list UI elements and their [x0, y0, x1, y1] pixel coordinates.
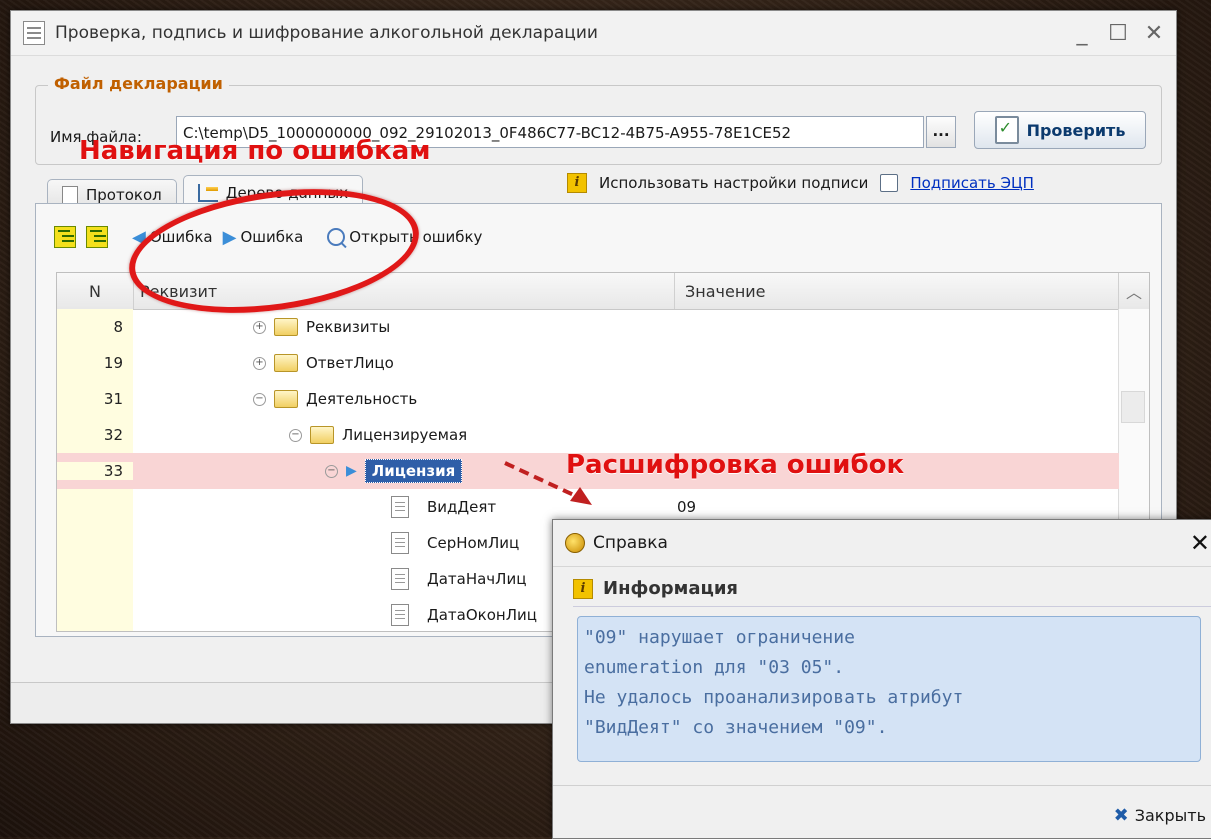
document-icon	[62, 185, 78, 205]
attribute-icon	[391, 532, 409, 554]
info-icon: i	[567, 173, 587, 193]
attribute-icon	[391, 496, 409, 518]
row-number: 31	[103, 390, 123, 408]
table-row[interactable]: 8 + Реквизиты	[57, 309, 1119, 345]
current-row-icon: ▶	[346, 463, 357, 479]
collapse-icon[interactable]: −	[253, 392, 266, 406]
dialog-close-button[interactable]: ✖ Закрыть	[1114, 805, 1206, 826]
attribute-icon	[391, 604, 409, 626]
expand-icon[interactable]: +	[253, 320, 266, 334]
tree-node: СерНомЛиц	[391, 532, 519, 554]
folder-icon	[310, 426, 334, 444]
dialog-footer: ✖ Закрыть	[553, 785, 1211, 838]
attribute-icon	[391, 568, 409, 590]
collapse-icon[interactable]: −	[325, 464, 338, 478]
node-label: СерНомЛиц	[427, 534, 520, 552]
sign-link[interactable]: Подписать ЭЦП	[910, 174, 1034, 192]
browse-button[interactable]: ...	[926, 116, 956, 148]
row-number: 8	[113, 318, 123, 336]
checklist-icon	[994, 116, 1019, 144]
node-label: Реквизиты	[306, 318, 391, 336]
dialog-close-x[interactable]: ✕	[1190, 529, 1210, 557]
column-value[interactable]: Значение	[675, 273, 1119, 309]
message-line: "09" нарушает ограничение	[584, 627, 855, 648]
use-sign-settings-label: Использовать настройки подписи	[599, 174, 869, 192]
scrollbar-thumb[interactable]	[1121, 391, 1145, 423]
close-button[interactable]: ✕	[1140, 21, 1168, 46]
collapse-icon[interactable]: −	[289, 428, 302, 442]
document-icon	[23, 21, 45, 45]
expand-icon[interactable]: +	[253, 356, 266, 370]
window-title: Проверка, подпись и шифрование алкогольн…	[55, 23, 598, 43]
tree-node: − ▶ Лицензия	[325, 459, 463, 483]
close-icon: ✖	[1113, 805, 1129, 826]
tree-node: ДатаНачЛиц	[391, 568, 526, 590]
node-label: ДатаНачЛиц	[427, 570, 527, 588]
dialog-title-bar: Справка ✕	[553, 520, 1211, 567]
use-sign-settings-checkbox[interactable]	[880, 174, 899, 192]
tree-node: ДатаОконЛиц	[391, 604, 537, 626]
tree-node: + Реквизиты	[253, 318, 390, 336]
message-line: "ВидДеят" со значением "09".	[584, 717, 888, 738]
tree-node: + ОтветЛицо	[253, 354, 394, 372]
minimize-button[interactable]: _	[1068, 21, 1096, 46]
tree-node: − Деятельность	[253, 390, 417, 408]
check-button-label: Проверить	[1026, 120, 1126, 140]
node-label: Лицензируемая	[342, 426, 468, 444]
title-bar: Проверка, подпись и шифрование алкогольн…	[11, 11, 1176, 56]
dialog-heading: i Информация	[573, 578, 738, 599]
folder-icon	[274, 318, 298, 336]
annotation-arrow	[504, 461, 592, 505]
folder-icon	[274, 354, 298, 372]
tree-icon	[197, 184, 218, 202]
expand-tree-icon[interactable]	[54, 226, 76, 248]
node-label: ВидДеят	[427, 498, 497, 516]
info-icon: i	[573, 578, 593, 599]
help-icon	[565, 533, 585, 553]
annotation-decoding: Расшифровка ошибок	[566, 450, 905, 480]
node-label: ОтветЛицо	[306, 354, 394, 372]
message-line: enumeration для "03 05".	[584, 657, 845, 678]
row-value: 09	[677, 498, 697, 516]
row-number: 33	[57, 462, 133, 480]
table-row[interactable]: 32 − Лицензируемая	[57, 417, 1119, 453]
close-button-label: Закрыть	[1134, 806, 1206, 825]
maximize-button[interactable]: ☐	[1104, 21, 1132, 46]
folder-icon	[274, 390, 298, 408]
scroll-up-arrow[interactable]: ︿	[1119, 273, 1149, 309]
divider	[573, 606, 1211, 607]
node-label-selected[interactable]: Лицензия	[364, 459, 463, 483]
node-label: Деятельность	[306, 390, 418, 408]
tree-node: ВидДеят	[391, 496, 496, 518]
tab-protocol-label: Протокол	[86, 186, 162, 204]
table-row[interactable]: 19 + ОтветЛицо	[57, 345, 1119, 381]
collapse-tree-icon[interactable]	[86, 226, 108, 248]
column-n[interactable]: N	[57, 273, 134, 309]
signing-options: i Использовать настройки подписи Подписа…	[567, 173, 1034, 193]
check-button[interactable]: Проверить	[974, 111, 1146, 149]
dialog-title: Справка	[593, 533, 668, 553]
help-dialog: Справка ✕ i Информация "09" нарушает огр…	[552, 519, 1211, 839]
node-label: ДатаОконЛиц	[427, 606, 537, 624]
message-line: Не удалось проанализировать атрибут	[584, 687, 964, 708]
file-group-title: Файл декларации	[48, 74, 229, 93]
error-message: "09" нарушает ограничение enumeration дл…	[577, 616, 1201, 762]
dialog-heading-label: Информация	[603, 578, 738, 599]
tree-node: − Лицензируемая	[289, 426, 467, 444]
row-number: 19	[103, 354, 123, 372]
annotation-navigation: Навигация по ошибкам	[79, 136, 431, 166]
table-row[interactable]: 31 − Деятельность	[57, 381, 1119, 417]
row-number: 32	[103, 426, 123, 444]
